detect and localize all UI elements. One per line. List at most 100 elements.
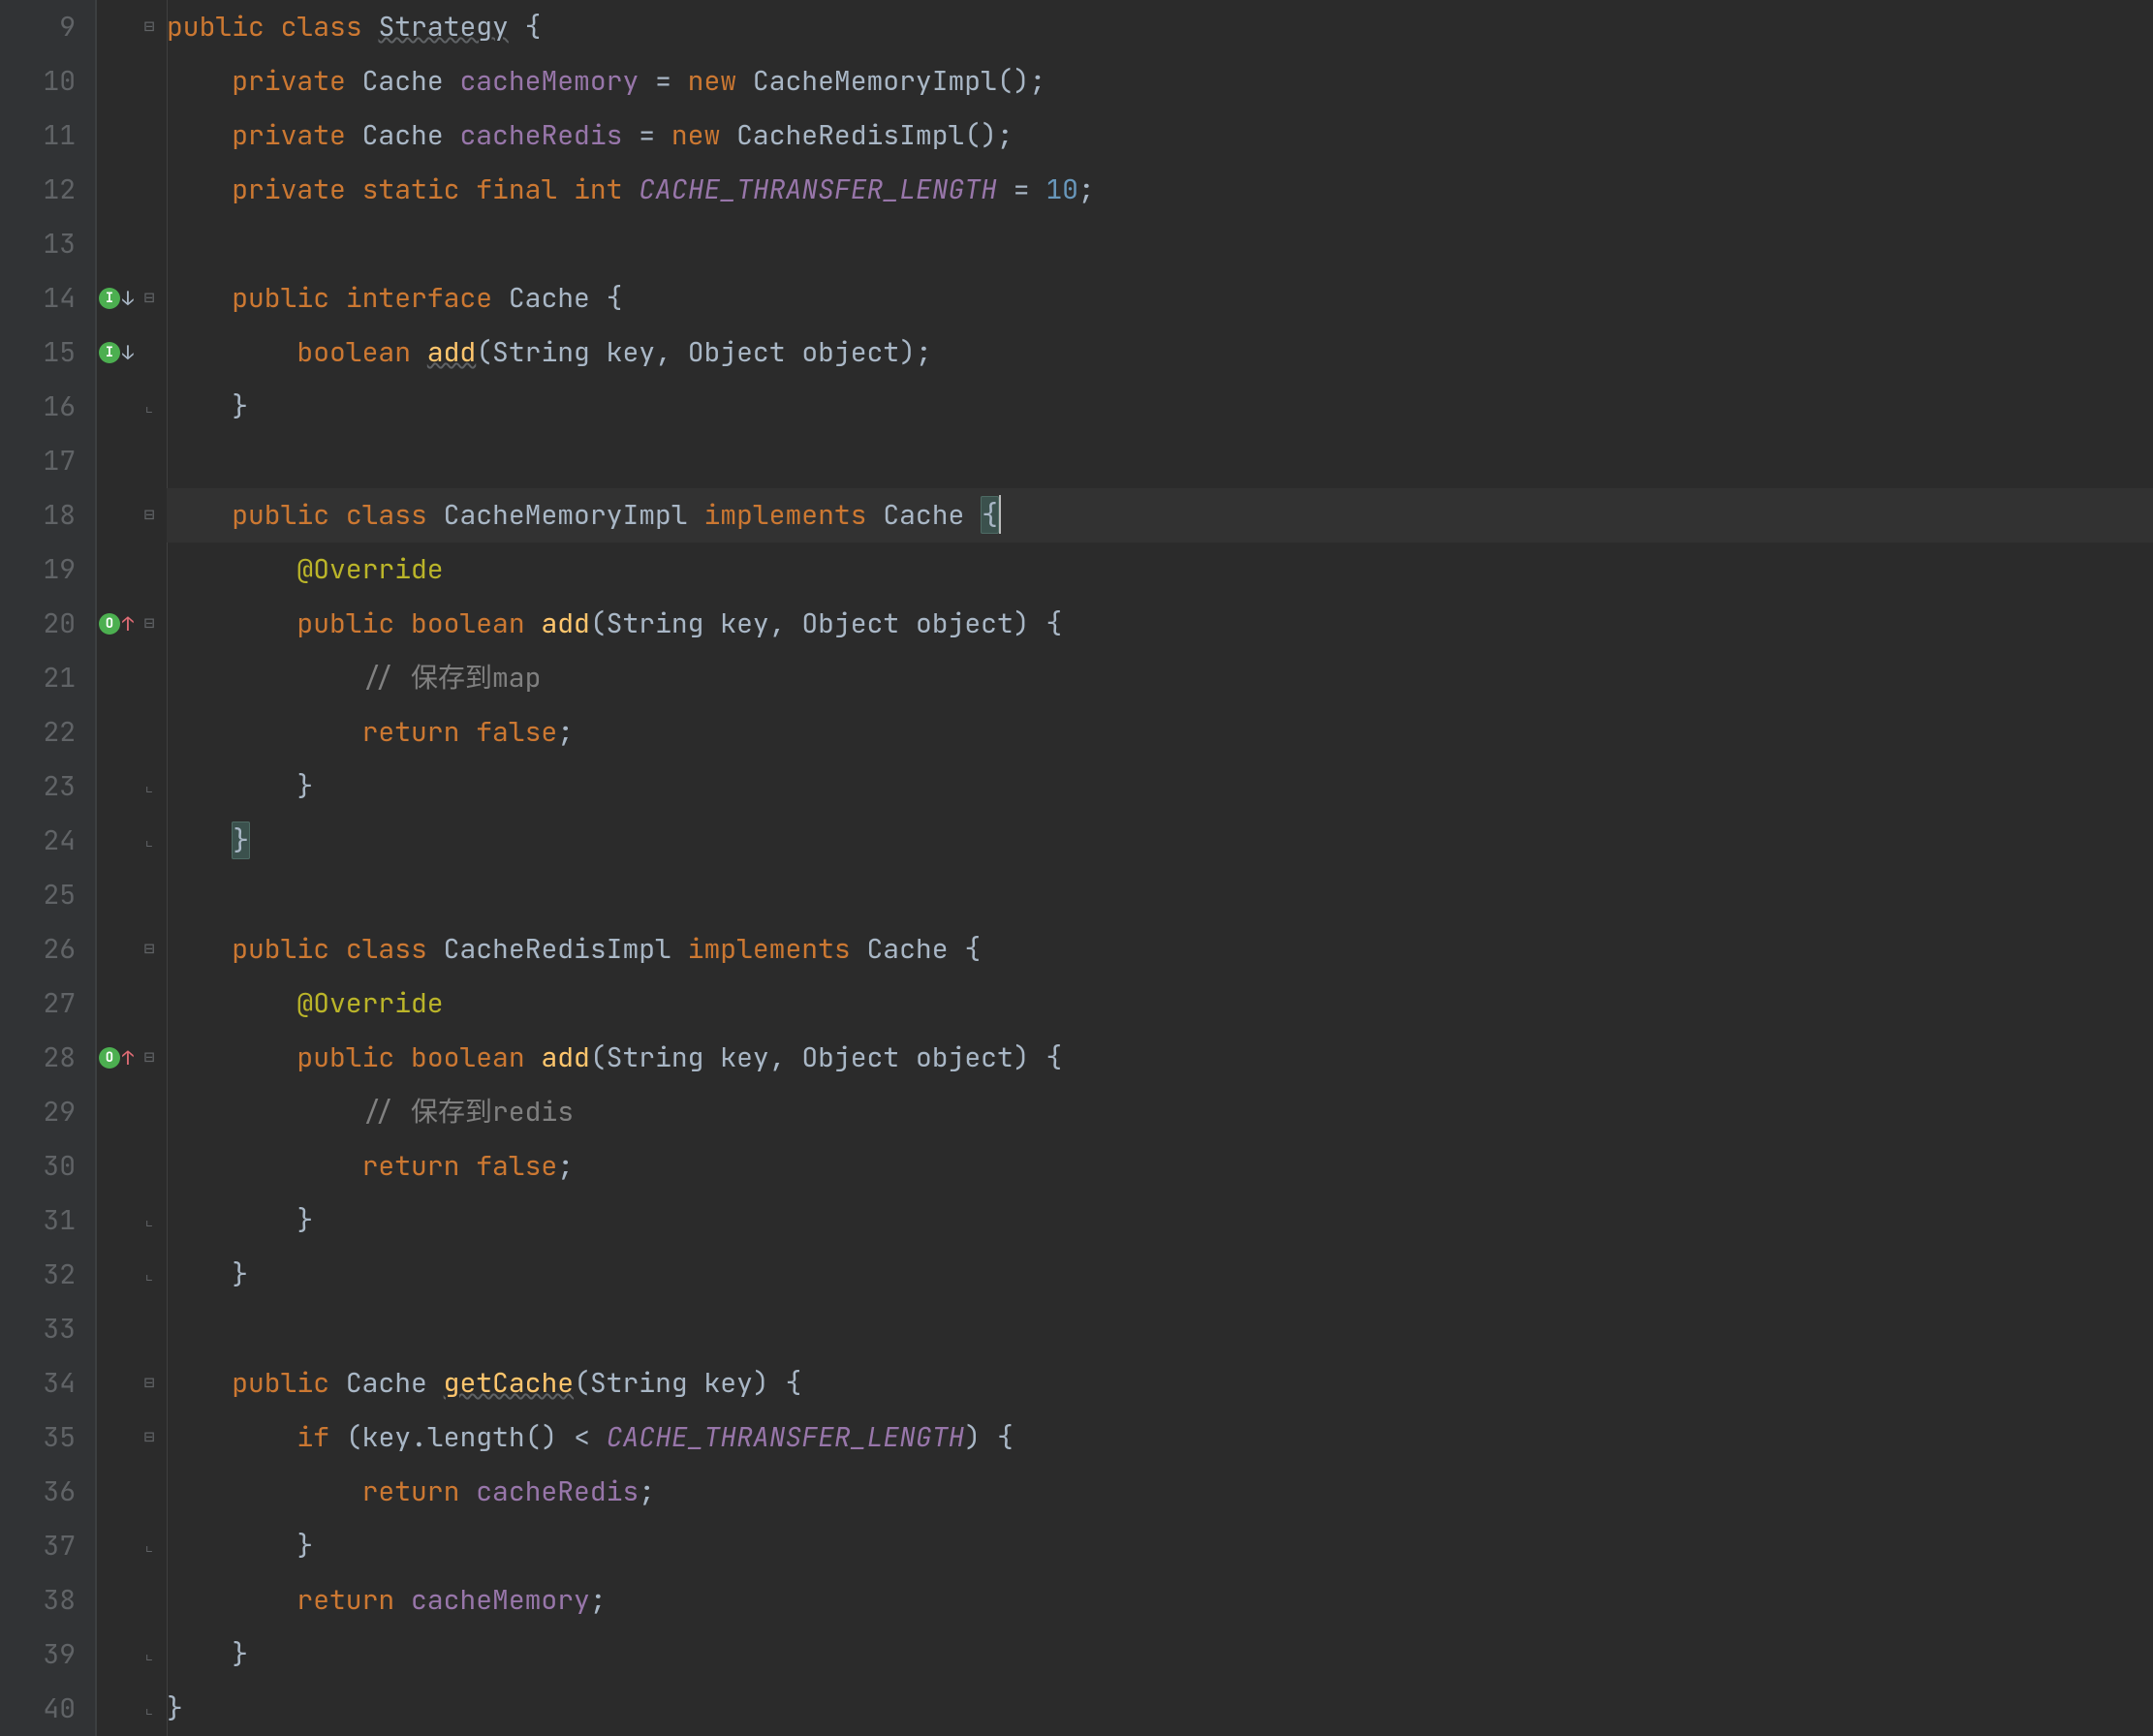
- fold-marker[interactable]: [136, 705, 163, 760]
- code-line[interactable]: return cacheMemory;: [167, 1573, 2153, 1628]
- code-line[interactable]: return cacheRedis;: [167, 1465, 2153, 1519]
- code-line[interactable]: }: [167, 814, 2153, 868]
- line-number[interactable]: 12: [0, 163, 76, 217]
- gutter-icon-slot[interactable]: [97, 1356, 136, 1410]
- fold-marker[interactable]: ⌞: [136, 1194, 163, 1248]
- gutter-icon-slot[interactable]: [97, 760, 136, 814]
- fold-marker[interactable]: [136, 217, 163, 271]
- line-number[interactable]: 22: [0, 705, 76, 760]
- fold-marker[interactable]: [136, 434, 163, 488]
- gutter-icon-slot[interactable]: [97, 1139, 136, 1194]
- fold-marker[interactable]: ⌞: [136, 760, 163, 814]
- fold-marker[interactable]: ⊟: [136, 0, 163, 54]
- code-line[interactable]: }: [167, 1519, 2153, 1573]
- gutter-icon-slot[interactable]: [97, 976, 136, 1031]
- code-line[interactable]: public Cache getCache(String key) {: [167, 1356, 2153, 1410]
- gutter-icon-slot[interactable]: [97, 163, 136, 217]
- fold-marker[interactable]: ⊟: [136, 922, 163, 976]
- fold-marker[interactable]: [136, 54, 163, 108]
- line-number[interactable]: 17: [0, 434, 76, 488]
- implements-icon[interactable]: I: [99, 342, 120, 363]
- fold-marker[interactable]: [136, 1085, 163, 1139]
- code-line[interactable]: public boolean add(String key, Object ob…: [167, 597, 2153, 651]
- code-line[interactable]: }: [167, 1682, 2153, 1736]
- code-line[interactable]: private Cache cacheMemory = new CacheMem…: [167, 54, 2153, 108]
- code-line[interactable]: // 保存到redis: [167, 1085, 2153, 1139]
- gutter-icon-slot[interactable]: [97, 1085, 136, 1139]
- gutter-icon-slot[interactable]: [97, 1628, 136, 1682]
- gutter-icon-slot[interactable]: [97, 868, 136, 922]
- fold-marker[interactable]: ⌞: [136, 814, 163, 868]
- gutter-icon-slot[interactable]: I↓: [97, 326, 136, 380]
- class-strategy[interactable]: Strategy: [378, 9, 508, 45]
- gutter-icon-slot[interactable]: [97, 1410, 136, 1465]
- gutter-icon-column[interactable]: I↓I↓O↑O↑: [97, 0, 136, 1736]
- override-icon[interactable]: O: [99, 1047, 120, 1069]
- gutter-icon-slot[interactable]: [97, 1302, 136, 1356]
- code-line[interactable]: [167, 217, 2153, 271]
- fold-marker[interactable]: ⊟: [136, 1031, 163, 1085]
- fold-marker[interactable]: ⌞: [136, 1519, 163, 1573]
- code-line[interactable]: }: [167, 1194, 2153, 1248]
- code-line[interactable]: // 保存到map: [167, 651, 2153, 705]
- line-number[interactable]: 36: [0, 1465, 76, 1519]
- line-number[interactable]: 21: [0, 651, 76, 705]
- gutter-icon-slot[interactable]: [97, 1248, 136, 1302]
- line-number[interactable]: 9: [0, 0, 76, 54]
- line-number[interactable]: 10: [0, 54, 76, 108]
- code-line[interactable]: public class Strategy {: [167, 0, 2153, 54]
- line-number[interactable]: 28: [0, 1031, 76, 1085]
- gutter-icon-slot[interactable]: [97, 1682, 136, 1736]
- fold-marker[interactable]: ⊟: [136, 271, 163, 326]
- gutter-icon-slot[interactable]: [97, 1573, 136, 1628]
- fold-marker[interactable]: [136, 868, 163, 922]
- gutter-icon-slot[interactable]: [97, 217, 136, 271]
- line-number[interactable]: 14: [0, 271, 76, 326]
- fold-marker[interactable]: [136, 542, 163, 597]
- line-number[interactable]: 40: [0, 1682, 76, 1736]
- gutter-icon-slot[interactable]: [97, 922, 136, 976]
- code-line[interactable]: if (key.length() < CACHE_THRANSFER_LENGT…: [167, 1410, 2153, 1465]
- gutter-icon-slot[interactable]: [97, 434, 136, 488]
- gutter-icon-slot[interactable]: [97, 814, 136, 868]
- line-number[interactable]: 31: [0, 1194, 76, 1248]
- gutter-icon-slot[interactable]: [97, 1194, 136, 1248]
- code-line[interactable]: }: [167, 380, 2153, 434]
- line-number[interactable]: 27: [0, 976, 76, 1031]
- fold-marker[interactable]: ⌞: [136, 1248, 163, 1302]
- code-line[interactable]: }: [167, 760, 2153, 814]
- fold-marker[interactable]: [136, 326, 163, 380]
- code-line[interactable]: }: [167, 1248, 2153, 1302]
- fold-marker[interactable]: [136, 651, 163, 705]
- code-line[interactable]: @Override: [167, 976, 2153, 1031]
- line-number[interactable]: 23: [0, 760, 76, 814]
- fold-marker[interactable]: [136, 1139, 163, 1194]
- code-line[interactable]: private Cache cacheRedis = new CacheRedi…: [167, 108, 2153, 163]
- fold-column[interactable]: ⊟⊟⌞⊟⊟⌞⌞⊟⊟⌞⌞⊟⊟⌞⌞⌞: [136, 0, 163, 1736]
- fold-marker[interactable]: [136, 108, 163, 163]
- fold-marker[interactable]: [136, 1302, 163, 1356]
- override-icon[interactable]: O: [99, 613, 120, 635]
- gutter-icon-slot[interactable]: [97, 1519, 136, 1573]
- gutter-icon-slot[interactable]: O↑: [97, 597, 136, 651]
- gutter-icon-slot[interactable]: [97, 542, 136, 597]
- code-editor[interactable]: 9101112131415161718192021222324252627282…: [0, 0, 2153, 1736]
- line-number[interactable]: 29: [0, 1085, 76, 1139]
- line-number[interactable]: 25: [0, 868, 76, 922]
- code-line[interactable]: public class CacheRedisImpl implements C…: [167, 922, 2153, 976]
- fold-marker[interactable]: [136, 976, 163, 1031]
- line-number[interactable]: 16: [0, 380, 76, 434]
- code-line[interactable]: return false;: [167, 705, 2153, 760]
- code-line[interactable]: public boolean add(String key, Object ob…: [167, 1031, 2153, 1085]
- gutter-icon-slot[interactable]: [97, 651, 136, 705]
- gutter-icon-slot[interactable]: O↑: [97, 1031, 136, 1085]
- code-line[interactable]: return false;: [167, 1139, 2153, 1194]
- code-line[interactable]: boolean add(String key, Object object);: [167, 326, 2153, 380]
- gutter-icon-slot[interactable]: [97, 380, 136, 434]
- code-line[interactable]: [167, 434, 2153, 488]
- line-number[interactable]: 20: [0, 597, 76, 651]
- gutter-icon-slot[interactable]: [97, 108, 136, 163]
- code-line[interactable]: }: [167, 1628, 2153, 1682]
- line-number[interactable]: 39: [0, 1628, 76, 1682]
- line-number[interactable]: 37: [0, 1519, 76, 1573]
